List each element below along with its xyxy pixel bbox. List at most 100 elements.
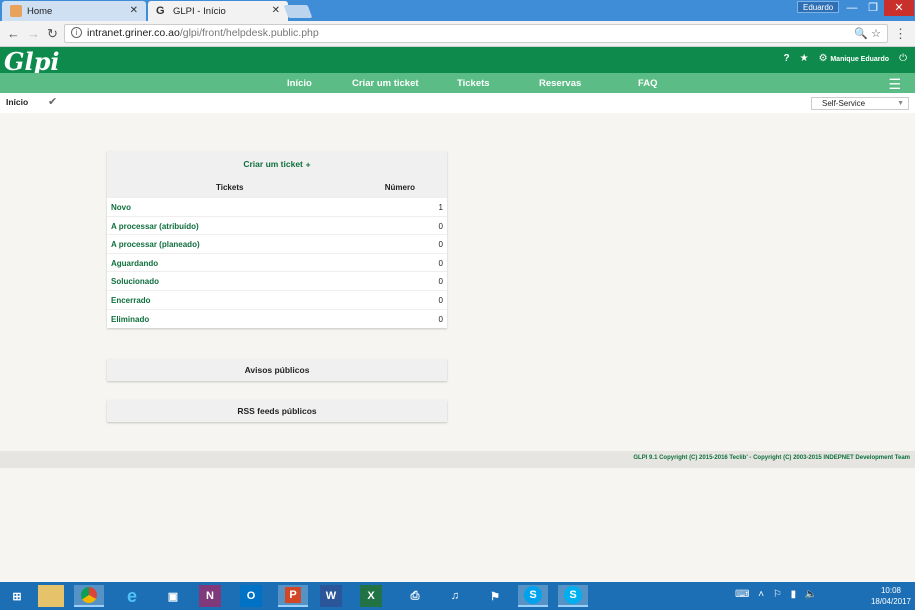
status-link[interactable]: Encerrado	[111, 296, 151, 305]
word-icon[interactable]: W	[320, 585, 342, 607]
status-link[interactable]: Aguardando	[111, 259, 158, 268]
excel-icon[interactable]: X	[360, 585, 382, 607]
create-ticket-header: Criar um ticket +	[107, 151, 447, 177]
status-count: 0	[438, 295, 443, 305]
minimize-icon[interactable]: —	[841, 0, 863, 16]
back-icon[interactable]: ←	[7, 26, 20, 41]
header-actions: ? ★ ⚙ Manique Eduardo ⏻	[784, 53, 907, 64]
tab-glpi[interactable]: G GLPI - Início ✕	[148, 1, 288, 21]
table-row: Aguardando 0	[107, 252, 447, 272]
outlook-icon[interactable]: O	[240, 585, 262, 607]
keyboard-icon[interactable]: ⌨	[735, 589, 752, 600]
url-input[interactable]: i intranet.griner.co.ao/glpi/front/helpd…	[64, 24, 888, 43]
table-row: A processar (atribuído) 0	[107, 215, 447, 235]
flag-icon[interactable]: ⚐	[773, 589, 785, 600]
close-icon[interactable]: ✕	[130, 5, 138, 16]
rss-feeds-title: RSS feeds públicos	[107, 400, 447, 422]
onenote-icon[interactable]: N	[199, 585, 221, 607]
menu-item-faq[interactable]: FAQ	[638, 78, 658, 89]
window-close-icon[interactable]: ✕	[884, 0, 914, 16]
page-footer: GLPI 9.1 Copyright (C) 2015-2016 Teclib'…	[0, 451, 915, 468]
tab-title: GLPI - Início	[173, 5, 226, 17]
status-link[interactable]: Solucionado	[111, 277, 159, 286]
chrome-icon[interactable]	[74, 585, 104, 607]
plus-icon[interactable]: +	[306, 159, 311, 169]
table-row: Eliminado 0	[107, 308, 447, 328]
tickets-column-header: Tickets Número	[107, 177, 447, 197]
menu-item-criar-ticket[interactable]: Criar um ticket	[352, 78, 419, 89]
table-row: A processar (planeado) 0	[107, 234, 447, 253]
menu-item-reservas[interactable]: Reservas	[539, 78, 581, 89]
internet-explorer-icon[interactable]: e	[117, 585, 147, 607]
public-notices-panel: Avisos públicos	[107, 359, 447, 381]
status-link[interactable]: A processar (planeado)	[111, 240, 200, 249]
printer-icon[interactable]: ⎙	[400, 585, 430, 607]
table-row: Solucionado 0	[107, 271, 447, 290]
profile-select-value: Self-Service	[822, 99, 866, 108]
status-count: 0	[438, 277, 443, 287]
power-icon[interactable]: ⏻	[899, 53, 907, 64]
status-link[interactable]: Novo	[111, 203, 131, 212]
status-count: 0	[438, 314, 443, 324]
system-tray[interactable]: ⌨ ˄ ⚐ ▮ 🔈	[735, 589, 820, 600]
zoom-icon[interactable]: 🔍	[854, 28, 868, 40]
skype-icon[interactable]: S	[558, 585, 588, 607]
profile-button[interactable]: Eduardo	[797, 1, 840, 13]
status-count: 0	[438, 221, 443, 231]
reload-icon[interactable]: ↻	[47, 26, 58, 42]
battery-icon[interactable]: ▮	[791, 589, 800, 600]
skype-business-icon[interactable]: S	[518, 585, 548, 607]
main-menu: Início Criar um ticket Tickets Reservas …	[0, 73, 915, 93]
gear-icon: ⚙	[818, 53, 828, 64]
address-bar: ← → ↻ i intranet.griner.co.ao/glpi/front…	[0, 21, 915, 47]
menu-item-tickets[interactable]: Tickets	[457, 78, 490, 89]
maximize-icon[interactable]: ❐	[862, 0, 884, 16]
copyright-link[interactable]: GLPI 9.1 Copyright (C) 2015-2016 Teclib'…	[633, 455, 910, 461]
star-icon[interactable]: ☆	[871, 28, 881, 40]
col-number: Número	[384, 183, 415, 192]
volume-icon[interactable]: 🔈	[805, 589, 820, 600]
tab-title: Home	[27, 5, 53, 17]
app-icon[interactable]: ▣	[158, 585, 188, 607]
breadcrumb: Início ✔ Self-Service ▼	[0, 93, 915, 113]
help-icon[interactable]: ?	[784, 53, 790, 64]
check-icon[interactable]: ✔	[48, 95, 57, 108]
info-icon[interactable]: i	[71, 27, 82, 38]
status-link[interactable]: Eliminado	[111, 315, 149, 324]
forward-icon[interactable]: →	[27, 26, 40, 41]
glpi-header	[0, 47, 915, 73]
user-link[interactable]: ⚙ Manique Eduardo	[819, 53, 889, 64]
status-link[interactable]: A processar (atribuído)	[111, 222, 199, 231]
network-icon[interactable]: ⚑	[480, 585, 510, 607]
hamburger-menu-icon[interactable]: ☰	[888, 76, 901, 93]
url-host: intranet.griner.co.ao	[87, 27, 180, 39]
windows-taskbar: ⊞ e ▣ N O P W X ⎙ ♫ ⚑ S S ⌨ ˄ ⚐ ▮ 🔈 10:0…	[0, 582, 915, 610]
clock[interactable]: 10:08 18/04/2017	[871, 585, 911, 607]
status-count: 1	[438, 203, 443, 212]
chevron-down-icon: ▼	[897, 100, 904, 107]
status-count: 0	[438, 258, 443, 268]
close-icon[interactable]: ✕	[272, 5, 280, 16]
menu-item-inicio[interactable]: Início	[287, 78, 312, 89]
breadcrumb-item[interactable]: Início	[6, 97, 28, 107]
itunes-icon[interactable]: ♫	[440, 585, 470, 607]
url-path: /glpi/front/helpdesk.public.php	[179, 27, 319, 39]
user-name: Manique Eduardo	[830, 56, 890, 63]
chevron-up-icon[interactable]: ˄	[758, 589, 767, 600]
chrome-menu-icon[interactable]: ⋮	[894, 26, 907, 42]
glpi-favicon-icon: G	[156, 5, 165, 17]
tab-home[interactable]: Home ✕	[2, 1, 146, 21]
file-explorer-icon[interactable]	[38, 585, 64, 607]
browser-tabstrip: Home ✕ G GLPI - Início ✕ Eduardo — ❐ ✕	[0, 0, 915, 21]
clock-date: 18/04/2017	[870, 597, 911, 606]
profile-select[interactable]: Self-Service ▼	[811, 97, 909, 110]
windows-start-icon[interactable]: ⊞	[2, 585, 32, 607]
create-ticket-link[interactable]: Criar um ticket	[243, 159, 303, 169]
rss-feeds-panel: RSS feeds públicos	[107, 400, 447, 422]
tickets-panel: Criar um ticket + Tickets Número Novo 1 …	[107, 151, 447, 328]
new-tab-button[interactable]	[283, 5, 313, 18]
table-row: Novo 1	[107, 197, 447, 216]
star-icon[interactable]: ★	[800, 53, 809, 64]
powerpoint-icon[interactable]: P	[278, 585, 308, 607]
glpi-logo[interactable]: Glpi	[4, 47, 60, 76]
